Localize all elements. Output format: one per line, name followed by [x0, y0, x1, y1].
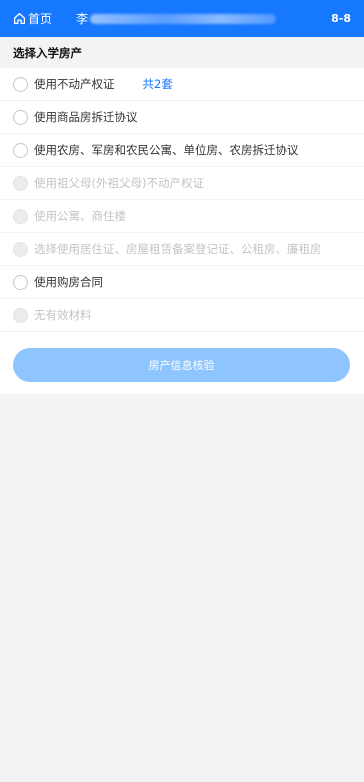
home-link[interactable]: 首页 — [13, 10, 52, 27]
option-label: 使用购房合同 — [34, 275, 103, 289]
radio-circle-icon — [13, 175, 28, 191]
option-label: 使用公寓、商住楼 — [34, 209, 126, 223]
user-info: 李 — [76, 10, 277, 27]
section-title: 选择入学房产 — [0, 37, 364, 68]
radio-circle-icon[interactable] — [13, 142, 28, 158]
option-row-disabled: 选择使用居住证、房屋租赁备案登记证、公租房、廉租房 — [0, 233, 364, 266]
option-label: 无有效材料 — [34, 308, 92, 322]
verify-property-button[interactable]: 房产信息核验 — [13, 348, 350, 382]
property-count-link[interactable]: 共2套 — [143, 76, 173, 92]
user-name: 李 — [76, 12, 89, 26]
options-card: 使用不动产权证 共2套 使用商品房拆迁协议 使用农房、军房和农民公寓、单位房、农… — [0, 68, 364, 394]
option-row[interactable]: 使用购房合同 — [0, 266, 364, 299]
option-row-disabled: 无有效材料 — [0, 299, 364, 332]
radio-circle-icon[interactable] — [13, 76, 28, 92]
radio-circle-icon — [13, 307, 28, 323]
option-label: 使用祖父母(外祖父母)不动产权证 — [34, 176, 204, 190]
option-label: 使用不动产权证 — [34, 77, 115, 91]
corner-code: 8-8 — [331, 12, 351, 25]
radio-circle-icon[interactable] — [13, 274, 28, 290]
radio-circle-icon — [13, 208, 28, 224]
top-bar: 首页 李 8-8 — [0, 0, 364, 37]
option-row-disabled: 使用祖父母(外祖父母)不动产权证 — [0, 167, 364, 200]
option-row[interactable]: 使用不动产权证 共2套 — [0, 68, 364, 101]
home-label: 首页 — [28, 12, 53, 26]
radio-circle-icon[interactable] — [13, 109, 28, 125]
option-row-disabled: 使用公寓、商住楼 — [0, 200, 364, 233]
radio-circle-icon — [13, 241, 28, 257]
masked-user-details — [90, 13, 277, 24]
option-row[interactable]: 使用农房、军房和农民公寓、单位房、农房拆迁协议 — [0, 134, 364, 167]
option-label: 选择使用居住证、房屋租赁备案登记证、公租房、廉租房 — [34, 242, 322, 256]
option-row[interactable]: 使用商品房拆迁协议 — [0, 101, 364, 134]
option-label: 使用商品房拆迁协议 — [34, 110, 138, 124]
home-icon — [13, 12, 26, 25]
option-label: 使用农房、军房和农民公寓、单位房、农房拆迁协议 — [34, 143, 299, 157]
